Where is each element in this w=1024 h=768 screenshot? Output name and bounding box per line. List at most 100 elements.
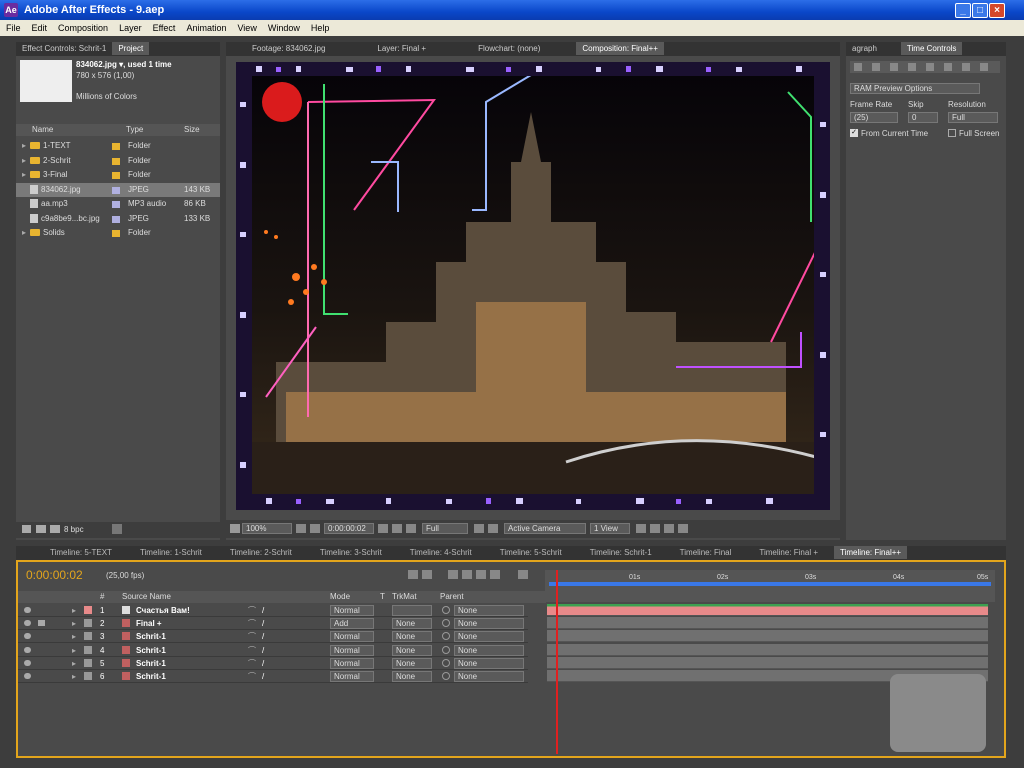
layer-row[interactable]: ▸ 4 Schrit-1 ⌒ / Normal None None <box>18 644 528 657</box>
parent-dropdown[interactable]: None <box>454 657 524 669</box>
eye-icon[interactable] <box>24 673 31 679</box>
blend-mode-dropdown[interactable]: Normal <box>330 605 374 616</box>
menu-file[interactable]: File <box>0 20 26 33</box>
quality-switch-icon[interactable]: / <box>262 630 264 643</box>
shy-switch-icon[interactable]: ⌒ <box>248 604 256 617</box>
from-current-checkbox[interactable]: ✓ <box>850 129 858 137</box>
project-item-2[interactable]: ▸ 3-Final Folder <box>16 168 220 182</box>
show-snapshot-icon[interactable] <box>392 524 402 533</box>
label-color[interactable] <box>112 186 120 194</box>
resolution-dropdown[interactable]: Full <box>422 523 468 534</box>
loop-icon[interactable] <box>962 63 970 71</box>
region-of-interest-icon[interactable] <box>474 524 484 533</box>
shy-switch-icon[interactable]: ⌒ <box>248 670 256 683</box>
tab-timeline-schrit-1[interactable]: Timeline: Schrit-1 <box>584 546 658 559</box>
audio-icon[interactable] <box>38 647 45 653</box>
parent-dropdown[interactable]: None <box>454 631 524 643</box>
graph-editor-icon[interactable] <box>518 570 528 579</box>
layer-label-color[interactable] <box>84 632 92 641</box>
tab-timeline-5-schrit[interactable]: Timeline: 5-Schrit <box>494 546 568 559</box>
frame-blending-icon[interactable] <box>476 570 486 579</box>
label-color[interactable] <box>112 157 120 165</box>
resolution-tc-dropdown[interactable]: Full <box>948 112 998 123</box>
new-comp-icon[interactable] <box>50 525 60 533</box>
quality-switch-icon[interactable]: / <box>262 644 264 657</box>
quality-switch-icon[interactable]: / <box>262 617 264 630</box>
blend-mode-dropdown[interactable]: Normal <box>330 631 374 643</box>
pick-whip-icon[interactable] <box>442 606 450 614</box>
layer-row[interactable]: ▸ 3 Schrit-1 ⌒ / Normal None None <box>18 630 528 644</box>
eye-icon[interactable] <box>24 646 31 653</box>
trkmat-dropdown[interactable]: None <box>392 671 432 682</box>
label-color[interactable] <box>112 143 120 150</box>
layer-name[interactable]: Schrit-1 <box>136 644 166 657</box>
camera-dropdown[interactable]: Active Camera <box>504 523 586 534</box>
col-name[interactable]: Name <box>32 124 53 136</box>
shy-switch-icon[interactable]: ⌒ <box>248 657 256 670</box>
twirl-icon[interactable]: ▸ <box>72 617 76 630</box>
comp-flowchart-icon[interactable] <box>664 524 674 533</box>
safe-zones-icon[interactable] <box>296 524 306 533</box>
quality-switch-icon[interactable]: / <box>262 670 264 683</box>
tab-timeline-final-plusplus[interactable]: Timeline: Final++ <box>834 546 908 559</box>
layer-label-color[interactable] <box>84 606 92 614</box>
views-dropdown[interactable]: 1 View <box>590 523 630 534</box>
parent-dropdown[interactable]: None <box>454 671 524 682</box>
tab-timeline-1-schrit[interactable]: Timeline: 1-Schrit <box>134 546 208 559</box>
project-item-3[interactable]: 834062.jpg JPEG 143 KB <box>16 182 220 197</box>
shy-switch-icon[interactable]: ⌒ <box>248 630 256 643</box>
toggle-pixel-icon[interactable] <box>636 524 646 533</box>
snapshot-icon[interactable] <box>378 524 388 533</box>
layer-duration-bar[interactable] <box>547 630 988 643</box>
mask-view-icon[interactable] <box>310 524 320 533</box>
zoom-dropdown[interactable]: 100% <box>242 523 292 534</box>
blend-mode-dropdown[interactable]: Normal <box>330 671 374 682</box>
twirl-icon[interactable]: ▸ <box>72 604 76 617</box>
menu-animation[interactable]: Animation <box>180 20 231 33</box>
transparency-grid-icon[interactable] <box>488 524 498 533</box>
label-color[interactable] <box>112 172 120 179</box>
maximize-button[interactable]: □ <box>972 3 988 18</box>
layer-row[interactable]: ▸ 2 Final + ⌒ / Add None None <box>18 617 528 631</box>
draft-3d-icon[interactable] <box>448 570 458 579</box>
trkmat-dropdown[interactable]: None <box>392 644 432 656</box>
pick-whip-icon[interactable] <box>442 632 450 641</box>
tab-paragraph[interactable]: agraph <box>846 42 883 55</box>
ram-preview-icon[interactable] <box>980 63 988 71</box>
tab-timeline-3-schrit[interactable]: Timeline: 3-Schrit <box>314 546 388 559</box>
audio-icon[interactable] <box>38 673 45 679</box>
col-size[interactable]: Size <box>184 124 200 136</box>
interpret-icon[interactable] <box>22 525 31 533</box>
tab-project[interactable]: Project <box>112 42 150 55</box>
play-icon[interactable] <box>890 63 898 71</box>
menu-composition[interactable]: Composition <box>52 20 113 33</box>
expand-icon[interactable]: ▸ <box>22 226 26 240</box>
project-item-0[interactable]: ▸ 1-TEXT Folder <box>16 139 220 153</box>
reset-exposure-icon[interactable] <box>678 524 688 533</box>
new-folder-icon[interactable] <box>36 525 46 533</box>
quality-switch-icon[interactable]: / <box>262 604 264 617</box>
always-preview-icon[interactable] <box>230 524 240 533</box>
audio-icon[interactable] <box>38 633 45 639</box>
blend-mode-dropdown[interactable]: Normal <box>330 657 374 669</box>
expand-icon[interactable]: ▸ <box>22 139 26 153</box>
pick-whip-icon[interactable] <box>442 658 450 667</box>
frame-rate-dropdown[interactable]: (25) <box>850 112 898 123</box>
fast-preview-icon[interactable] <box>650 524 660 533</box>
skip-dropdown[interactable]: 0 <box>908 112 938 123</box>
time-ruler[interactable]: 01s 02s 03s 04s 05s <box>545 570 995 602</box>
menu-effect[interactable]: Effect <box>147 20 181 33</box>
trkmat-dropdown[interactable] <box>392 605 432 616</box>
menu-layer[interactable]: Layer <box>113 20 147 33</box>
playhead[interactable] <box>556 570 559 754</box>
channel-icon[interactable] <box>406 524 416 533</box>
work-area-bar[interactable] <box>549 582 991 586</box>
expand-icon[interactable]: ▸ <box>22 168 26 182</box>
next-frame-icon[interactable] <box>908 63 916 71</box>
eye-icon[interactable] <box>24 633 31 640</box>
ram-preview-dropdown[interactable]: RAM Preview Options <box>850 83 980 94</box>
parent-dropdown[interactable]: None <box>454 605 524 616</box>
twirl-icon[interactable]: ▸ <box>72 657 76 670</box>
parent-dropdown[interactable]: None <box>454 618 524 630</box>
trkmat-dropdown[interactable]: None <box>392 657 432 669</box>
